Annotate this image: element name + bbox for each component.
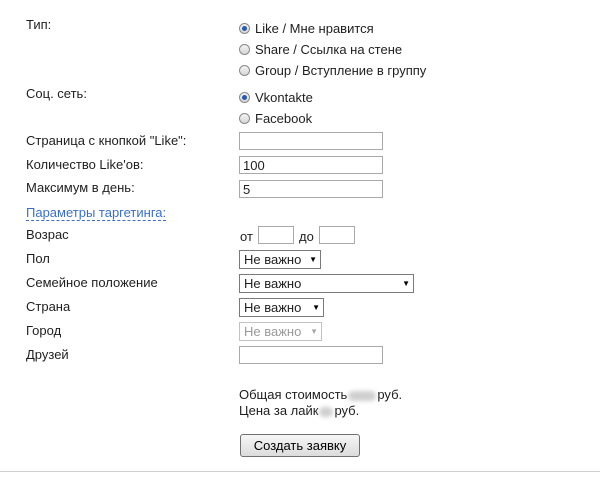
radio-facebook[interactable] [239,112,250,124]
total-cost: Общая стоимость руб. [239,387,402,403]
chevron-down-icon: ▼ [312,302,320,312]
radio-share[interactable] [239,43,250,55]
radio-option-group[interactable]: Group / Вступление в группу [239,62,426,78]
radio-option-share[interactable]: Share / Ссылка на стене [239,41,402,57]
create-request-button[interactable]: Создать заявку [240,434,360,457]
radio-like-label: Like / Мне нравится [255,20,374,36]
targeting-params-link[interactable]: Параметры таргетинга: [26,206,167,221]
radio-option-vkontakte[interactable]: Vkontakte [239,89,313,105]
total-cost-suffix: руб. [377,387,403,402]
network-label: Соц. сеть: [26,86,87,101]
chevron-down-icon: ▼ [309,254,317,264]
radio-facebook-label: Facebook [255,110,313,126]
radio-option-like[interactable]: Like / Мне нравится [239,20,374,36]
chevron-down-icon: ▼ [402,278,410,288]
type-label: Тип: [26,17,52,32]
radio-group[interactable] [239,64,250,76]
radio-option-facebook[interactable]: Facebook [239,110,312,126]
age-from-label: от [240,229,253,244]
radio-like[interactable] [239,22,250,34]
marital-status-label: Семейное положение [26,275,158,290]
likes-count-input[interactable] [239,156,383,174]
like-page-label: Страница с кнопкой "Like": [26,133,187,148]
gender-label: Пол [26,251,50,266]
friends-input[interactable] [239,346,383,364]
marital-status-select[interactable]: Не важно ▼ [239,274,414,293]
gender-select-value: Не важно [244,252,302,267]
max-per-day-label: Максимум в день: [26,180,135,195]
radio-vkontakte[interactable] [239,91,250,103]
total-cost-prefix: Общая стоимость [239,387,348,402]
price-per-like: Цена за лайк руб. [239,403,359,419]
friends-label: Друзей [26,347,69,362]
city-select: Не важно ▼ [239,322,322,341]
bottom-divider [0,471,600,472]
age-to-input[interactable] [319,226,355,244]
likes-count-label: Количество Like'ов: [26,157,144,172]
city-label: Город [26,323,62,338]
radio-group-label: Group / Вступление в группу [255,62,427,78]
age-label: Возрас [26,227,69,242]
country-select[interactable]: Не важно ▼ [239,298,324,317]
like-page-input[interactable] [239,132,383,150]
country-select-value: Не важно [244,300,302,315]
age-from-input[interactable] [258,226,294,244]
age-to-label: до [299,229,314,244]
city-select-value: Не важно [244,324,302,339]
marital-status-select-value: Не важно [244,276,302,291]
price-per-like-prefix: Цена за лайк [239,403,319,418]
radio-share-label: Share / Ссылка на стене [255,41,403,57]
gender-select[interactable]: Не важно ▼ [239,250,321,269]
price-per-like-value-blurred [319,406,334,417]
max-per-day-input[interactable] [239,180,383,198]
total-cost-value-blurred [348,390,377,401]
country-label: Страна [26,299,71,314]
price-per-like-suffix: руб. [334,403,360,418]
chevron-down-icon: ▼ [310,326,318,336]
radio-vkontakte-label: Vkontakte [255,89,313,105]
